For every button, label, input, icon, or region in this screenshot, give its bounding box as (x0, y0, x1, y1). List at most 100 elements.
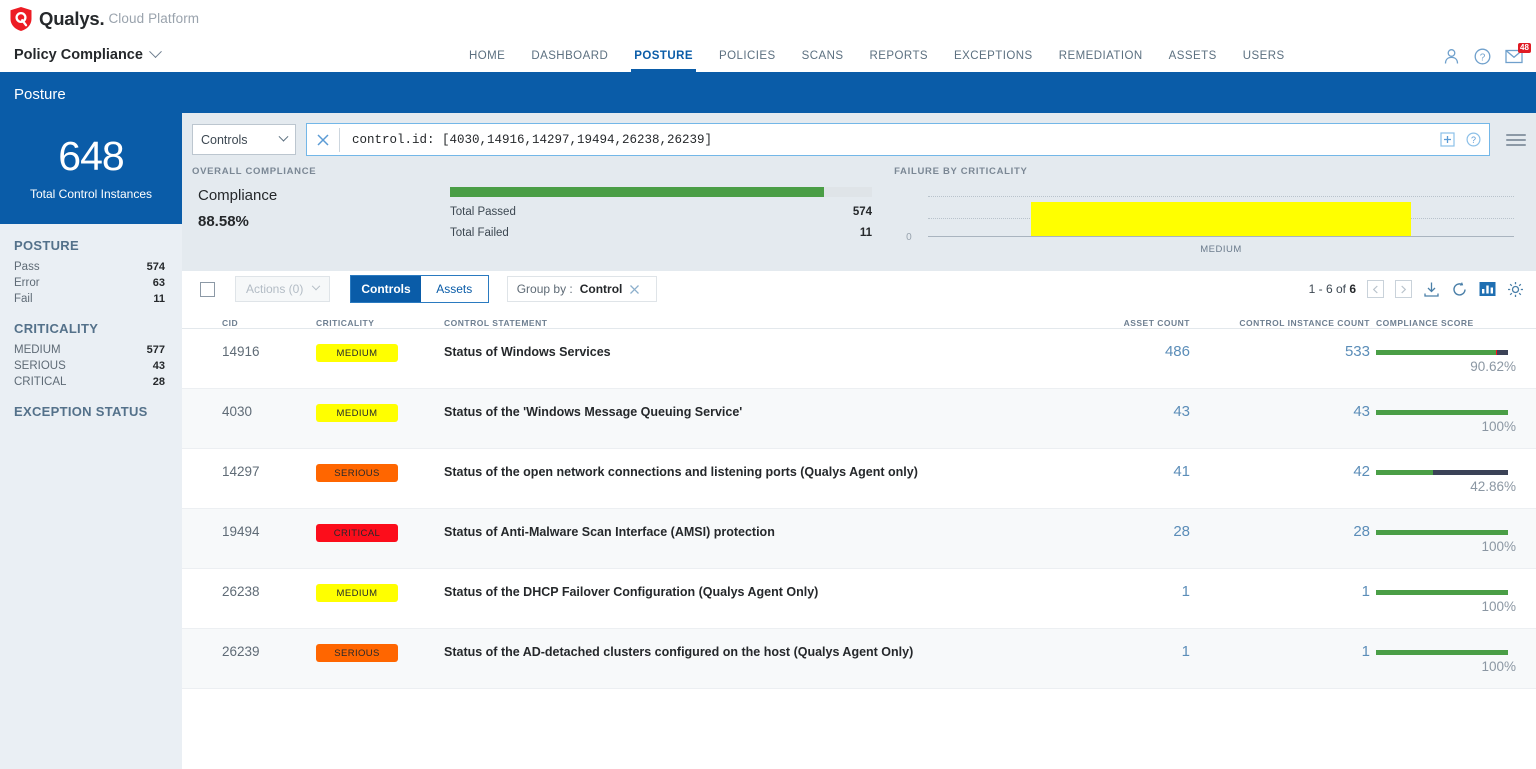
failure-by-criticality-chart: 0 MEDIUM (894, 187, 1524, 259)
search-source-select[interactable]: Controls (192, 124, 296, 155)
search-input[interactable]: control.id: [4030,14916,14297,19494,2623… (346, 133, 1431, 147)
nav-item-reports[interactable]: REPORTS (857, 37, 942, 75)
add-filter-icon[interactable] (1437, 130, 1457, 150)
cell-asset-count[interactable]: 28 (1173, 523, 1190, 540)
menu-icon[interactable] (1500, 134, 1526, 146)
messages-icon-wrapper[interactable]: 48 (1505, 48, 1524, 64)
search-help-icon[interactable]: ? (1463, 130, 1483, 150)
pagination-info: 1 - 6 of 6 (1309, 282, 1356, 296)
nav-item-assets[interactable]: ASSETS (1156, 37, 1230, 75)
cell-asset-count[interactable]: 43 (1173, 403, 1190, 420)
compliance-score-bar (1376, 590, 1508, 595)
sidebar-filter-value: 63 (153, 277, 165, 289)
brand-bar: Qualys . Cloud Platform (0, 0, 1536, 37)
sidebar-filter-value: 28 (153, 376, 165, 388)
actions-label: Actions (0) (246, 282, 303, 296)
view-toggle: Controls Assets (350, 275, 488, 303)
actions-dropdown[interactable]: Actions (0) (235, 276, 330, 302)
help-icon[interactable]: ? (1474, 48, 1491, 65)
score-segment-pass (1376, 470, 1433, 475)
cell-control-instance-count[interactable]: 43 (1353, 403, 1370, 420)
search-box[interactable]: control.id: [4030,14916,14297,19494,2623… (306, 123, 1490, 156)
select-all-checkbox[interactable] (200, 282, 215, 297)
page-title-band: Posture (0, 75, 1536, 113)
qualys-logo-icon (10, 7, 32, 31)
sidebar-filter-error[interactable]: Error 63 (14, 275, 165, 291)
cell-control-statement: Status of the open network connections a… (444, 465, 938, 479)
cell-compliance-score: 42.86% (1370, 463, 1518, 494)
compliance-percent: 88.58% (198, 213, 450, 230)
table-row[interactable]: 14916MEDIUMStatus of Windows Services486… (182, 329, 1536, 389)
nav-item-users[interactable]: USERS (1230, 37, 1298, 75)
table-toolbar: Actions (0) Controls Assets Group by : C… (182, 271, 1536, 307)
tab-assets[interactable]: Assets (421, 276, 488, 302)
x-axis (928, 236, 1514, 237)
cell-asset-count[interactable]: 486 (1165, 343, 1190, 360)
nav-item-posture[interactable]: POSTURE (621, 37, 706, 75)
cell-cid: 4030 (222, 404, 252, 419)
table-row[interactable]: 26238MEDIUMStatus of the DHCP Failover C… (182, 569, 1536, 629)
compliance-score-bar (1376, 470, 1508, 475)
module-selector[interactable]: Policy Compliance (0, 47, 160, 63)
compliance-progress-fill (450, 187, 824, 197)
status-badge-criticality: CRITICAL (316, 524, 398, 542)
nav-item-policies[interactable]: POLICIES (706, 37, 789, 75)
cell-compliance-score: 100% (1370, 643, 1518, 674)
nav-item-dashboard[interactable]: DASHBOARD (518, 37, 621, 75)
sidebar-filter-pass[interactable]: Pass 574 (14, 259, 165, 275)
clear-search-icon[interactable] (313, 130, 333, 150)
nav-item-scans[interactable]: SCANS (789, 37, 857, 75)
group-by-control[interactable]: Group by : Control (507, 276, 658, 302)
cell-compliance-score: 90.62% (1370, 343, 1518, 374)
nav-item-exceptions[interactable]: EXCEPTIONS (941, 37, 1046, 75)
download-icon[interactable] (1423, 281, 1440, 298)
chart-bar-medium[interactable] (1031, 202, 1412, 236)
column-header-criticality: CRITICALITY (316, 318, 444, 328)
tab-controls[interactable]: Controls (351, 276, 420, 302)
table-row[interactable]: 14297SERIOUSStatus of the open network c… (182, 449, 1536, 509)
score-segment-pass (1376, 650, 1508, 655)
next-page-button[interactable] (1395, 280, 1412, 298)
cell-asset-count[interactable]: 1 (1182, 583, 1190, 600)
cell-asset-count[interactable]: 41 (1173, 463, 1190, 480)
cell-control-instance-count[interactable]: 28 (1353, 523, 1370, 540)
sidebar-filter-label: MEDIUM (14, 344, 61, 356)
table-row[interactable]: 19494CRITICALStatus of Anti-Malware Scan… (182, 509, 1536, 569)
cell-control-instance-count[interactable]: 42 (1353, 463, 1370, 480)
refresh-icon[interactable] (1451, 281, 1468, 298)
table-row[interactable]: 4030MEDIUMStatus of the 'Windows Message… (182, 389, 1536, 449)
status-badge-criticality: SERIOUS (316, 644, 398, 662)
main-content: Controls control.id: [4030,14916,14297,1… (182, 113, 1536, 769)
cell-cid: 14297 (222, 464, 260, 479)
column-header-asset-count: ASSET COUNT (1052, 318, 1202, 328)
nav-item-remediation[interactable]: REMEDIATION (1046, 37, 1156, 75)
nav-item-home[interactable]: HOME (456, 37, 518, 75)
main-nav: HOME DASHBOARD POSTURE POLICIES SCANS RE… (456, 37, 1298, 75)
search-source-value: Controls (201, 133, 248, 147)
sidebar-filter-label: Error (14, 277, 40, 289)
sidebar-filter-serious[interactable]: SERIOUS 43 (14, 358, 165, 374)
settings-gear-icon[interactable] (1507, 281, 1524, 298)
brand-name: Qualys (39, 8, 100, 30)
prev-page-button[interactable] (1367, 280, 1384, 298)
cell-control-instance-count[interactable]: 1 (1362, 643, 1370, 660)
clear-group-by-icon[interactable] (629, 284, 640, 295)
compliance-score-value: 100% (1376, 659, 1516, 674)
chart-view-icon[interactable] (1479, 281, 1496, 297)
user-account-icon[interactable] (1443, 48, 1460, 65)
sidebar-section-title: CRITICALITY (14, 321, 165, 336)
cell-control-instance-count[interactable]: 1 (1362, 583, 1370, 600)
compliance-score-bar (1376, 350, 1508, 355)
sidebar-filter-medium[interactable]: MEDIUM 577 (14, 342, 165, 358)
svg-text:?: ? (1480, 52, 1486, 63)
sidebar-filter-value: 11 (153, 293, 165, 305)
table-row[interactable]: 26239SERIOUSStatus of the AD-detached cl… (182, 629, 1536, 689)
sidebar-filter-fail[interactable]: Fail 11 (14, 291, 165, 307)
kpi-total-control-instances: 648 Total Control Instances (0, 113, 182, 224)
cell-asset-count[interactable]: 1 (1182, 643, 1190, 660)
sidebar-filter-critical[interactable]: CRITICAL 28 (14, 374, 165, 390)
group-by-value: Control (580, 282, 623, 296)
cell-control-instance-count[interactable]: 533 (1345, 343, 1370, 360)
column-header-compliance-score: COMPLIANCE SCORE (1370, 318, 1518, 328)
total-failed-value: 11 (860, 227, 872, 239)
